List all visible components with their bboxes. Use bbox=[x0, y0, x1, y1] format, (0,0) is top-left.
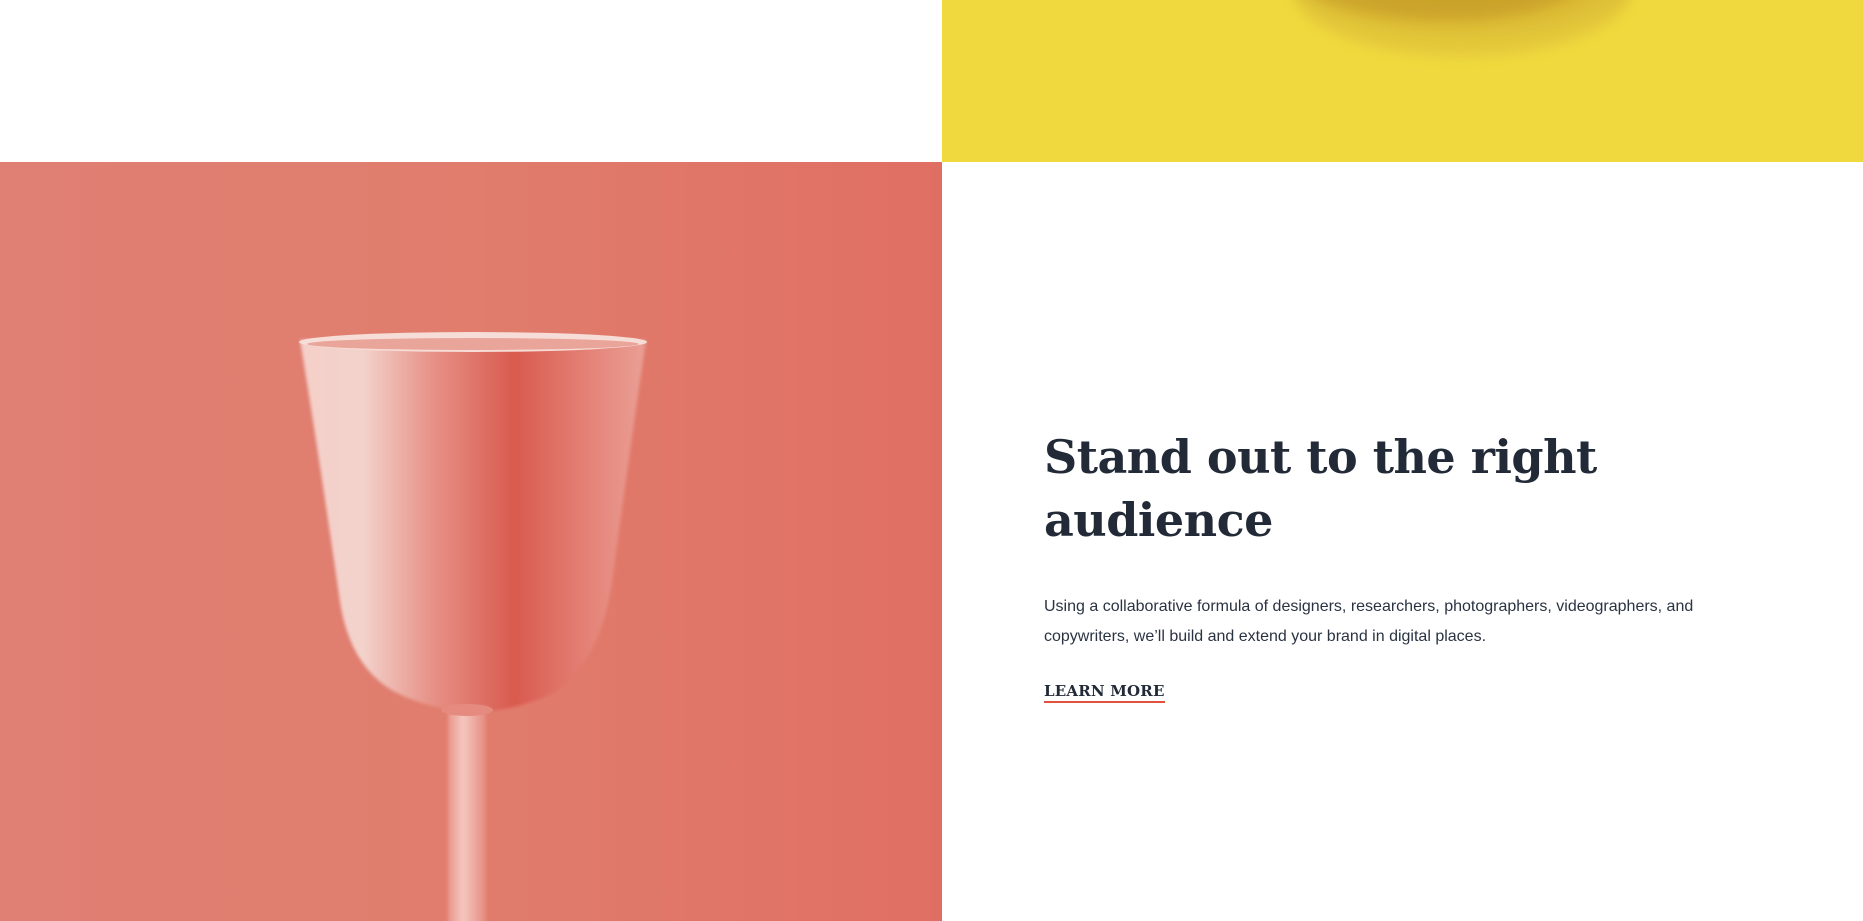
feature-content-panel: Stand out to the right audience Using a … bbox=[942, 162, 1863, 921]
coral-feature-image bbox=[0, 162, 942, 921]
learn-more-link[interactable]: LEARN MORE bbox=[1044, 682, 1165, 703]
yellow-feature-image bbox=[942, 0, 1863, 162]
feature-description: Using a collaborative formula of designe… bbox=[1044, 598, 1694, 645]
wine-glass-graphic bbox=[0, 162, 942, 921]
yellow-photo-graphic bbox=[942, 0, 1863, 162]
feature-text-block: Stand out to the right audience Using a … bbox=[1044, 426, 1764, 703]
top-left-blank-area bbox=[0, 0, 942, 162]
feature-headline: Stand out to the right audience bbox=[1044, 430, 1597, 547]
